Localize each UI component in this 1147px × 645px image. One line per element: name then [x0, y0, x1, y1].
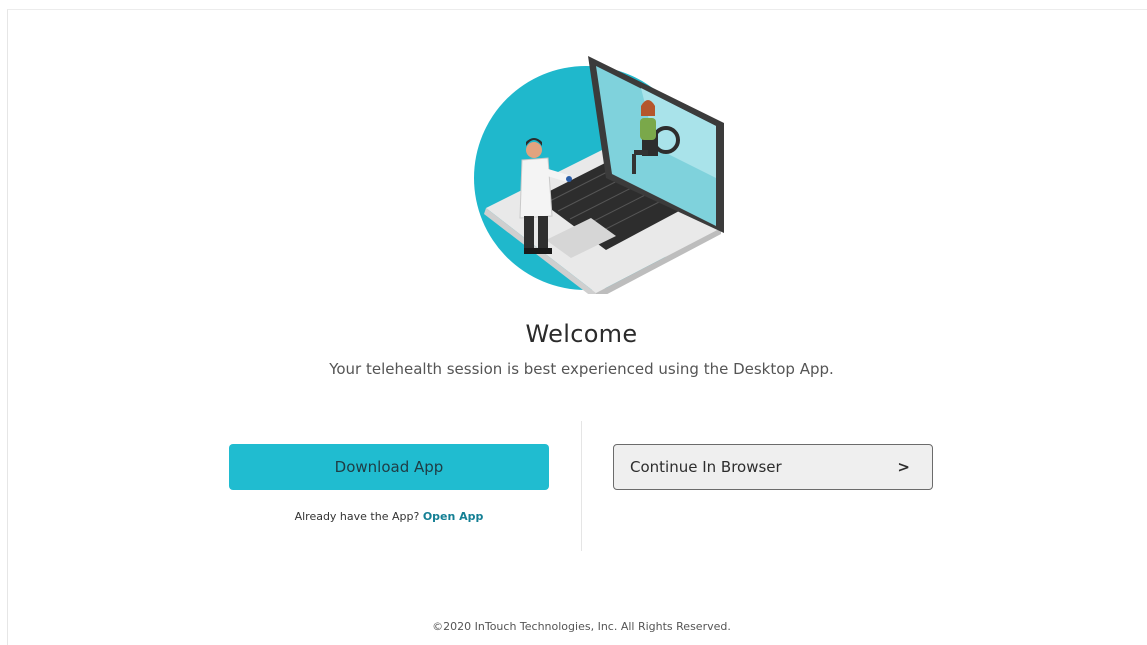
- continue-in-browser-button[interactable]: Continue In Browser >: [613, 444, 933, 490]
- download-app-button[interactable]: Download App: [229, 444, 549, 490]
- already-have-app-text: Already have the App?: [294, 510, 420, 523]
- telehealth-illustration: [474, 56, 724, 294]
- footer-copyright: ©2020 InTouch Technologies, Inc. All Rig…: [432, 620, 731, 633]
- continue-in-browser-label: Continue In Browser: [630, 458, 782, 476]
- page-subtitle: Your telehealth session is best experien…: [329, 360, 834, 378]
- vertical-divider: [581, 421, 582, 551]
- page-title: Welcome: [525, 320, 638, 348]
- welcome-page: Welcome Your telehealth session is best …: [7, 9, 1147, 645]
- chevron-right-icon: >: [897, 458, 910, 476]
- already-have-app-line: Already have the App? Open App: [229, 510, 549, 523]
- download-app-label: Download App: [334, 458, 444, 476]
- open-app-link[interactable]: Open App: [423, 510, 484, 523]
